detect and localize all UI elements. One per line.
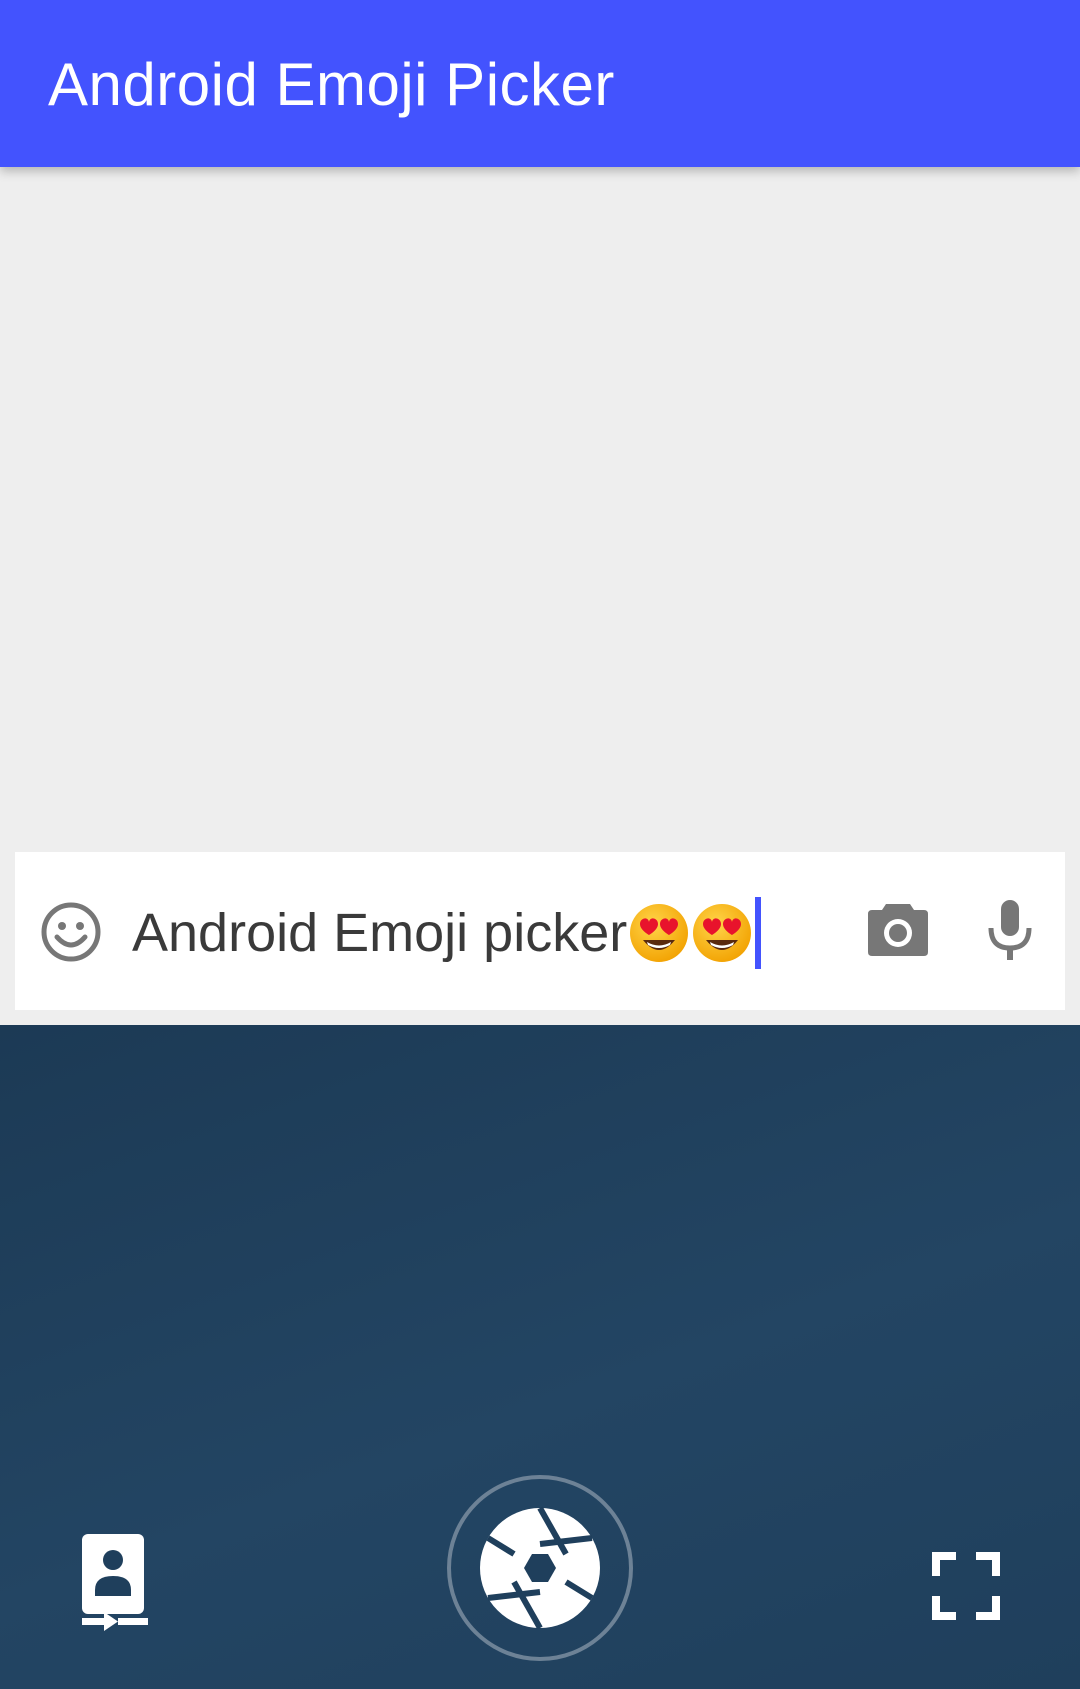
fullscreen-icon[interactable] bbox=[932, 1552, 1000, 1620]
microphone-icon[interactable] bbox=[986, 898, 1034, 962]
shutter-button[interactable] bbox=[446, 1474, 634, 1662]
text-cursor bbox=[755, 897, 762, 969]
heart-eyes-emoji bbox=[693, 904, 752, 962]
heart-eyes-emoji bbox=[630, 904, 689, 962]
message-input[interactable]: Android Emoji picker bbox=[132, 897, 762, 969]
app-title: Android Emoji Picker bbox=[48, 51, 615, 118]
message-input-text: Android Emoji picker bbox=[132, 903, 628, 963]
smiley-face-icon[interactable] bbox=[40, 901, 102, 963]
camera-icon[interactable] bbox=[866, 900, 930, 958]
message-list-area bbox=[0, 167, 1080, 852]
shutter-aperture-icon bbox=[447, 1475, 633, 1661]
app-bar: Android Emoji Picker bbox=[0, 0, 1080, 167]
switch-camera-icon[interactable] bbox=[80, 1532, 150, 1640]
